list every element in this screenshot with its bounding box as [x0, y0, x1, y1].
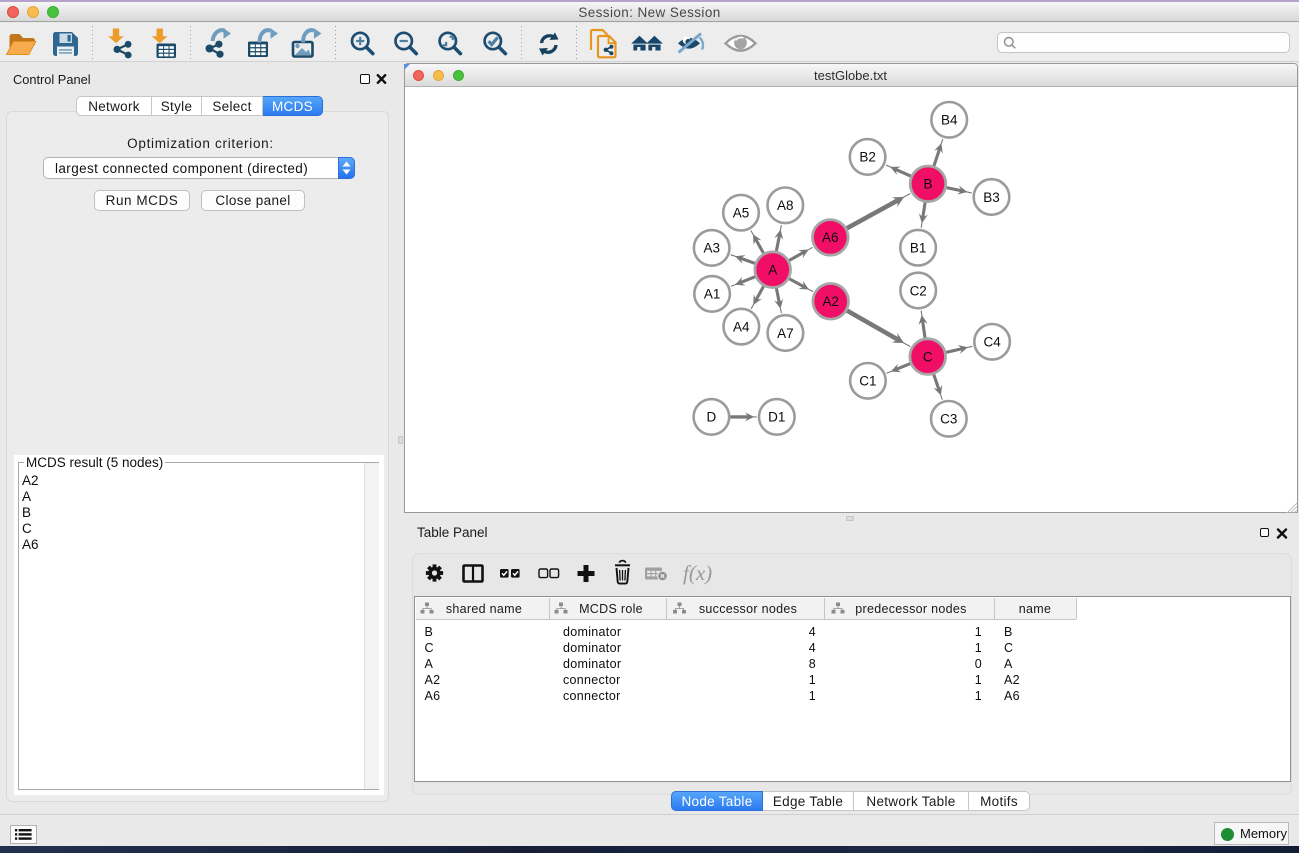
svg-text:B4: B4 — [940, 113, 957, 128]
svg-text:A1: A1 — [703, 287, 720, 302]
svg-text:A: A — [768, 263, 777, 278]
svg-text:B2: B2 — [859, 150, 876, 165]
svg-text:A3: A3 — [703, 241, 720, 256]
svg-text:B1: B1 — [909, 241, 926, 256]
svg-text:D1: D1 — [768, 410, 785, 425]
svg-text:C2: C2 — [909, 283, 926, 298]
svg-text:A6: A6 — [822, 230, 839, 245]
svg-text:A8: A8 — [777, 198, 794, 213]
svg-text:A2: A2 — [822, 294, 839, 309]
svg-text:f(x): f(x) — [683, 561, 712, 585]
svg-text:A5: A5 — [732, 206, 749, 221]
svg-text:C3: C3 — [940, 412, 957, 427]
svg-text:A4: A4 — [733, 319, 750, 334]
svg-text:C1: C1 — [859, 374, 876, 389]
svg-text:B: B — [923, 177, 932, 192]
svg-text:D: D — [706, 410, 716, 425]
svg-text:C4: C4 — [983, 335, 1001, 350]
svg-text:B3: B3 — [983, 190, 1000, 205]
svg-text:A7: A7 — [777, 326, 794, 341]
svg-text:C: C — [922, 349, 932, 364]
